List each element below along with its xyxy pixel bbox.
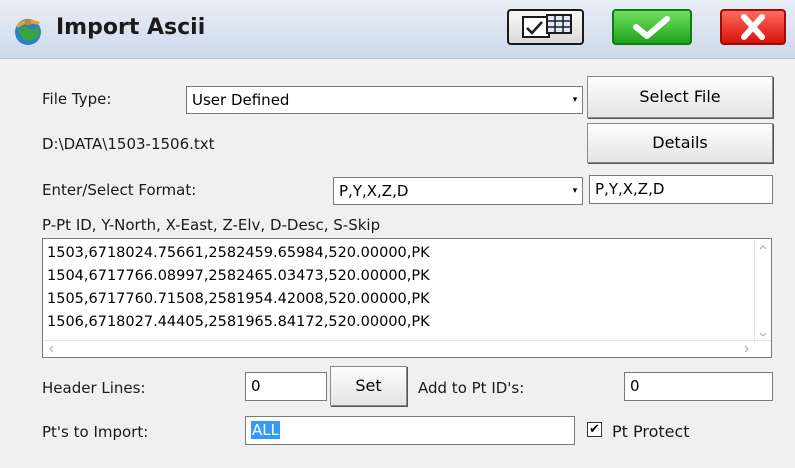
scroll-right-icon <box>744 345 749 353</box>
format-legend: P-Pt ID, Y-North, X-East, Z-Elv, D-Desc,… <box>42 216 381 234</box>
format-label: Enter/Select Format: <box>42 181 197 199</box>
checkmark-icon <box>633 16 670 39</box>
preview-textarea[interactable]: 1503,6718024.75661,2582459.65984,520.000… <box>42 238 772 358</box>
pts-to-import-input[interactable]: ALL <box>245 416 575 445</box>
details-button[interactable]: Details <box>587 123 773 163</box>
ok-button[interactable] <box>612 9 692 45</box>
preview-line: 1505,6717760.71508,2581954.42008,520.000… <box>47 291 430 307</box>
scroll-up-icon <box>759 245 767 250</box>
app-logo-icon <box>15 19 41 45</box>
chevron-down-icon: ▾ <box>572 186 578 196</box>
close-button[interactable] <box>720 9 786 45</box>
window-title: Import Ascii <box>56 15 206 40</box>
add-to-pt-ids-label: Add to Pt ID's: <box>418 379 525 397</box>
file-type-label: File Type: <box>42 90 112 108</box>
horizontal-scrollbar[interactable] <box>43 340 771 357</box>
format-select[interactable]: P,Y,X,Z,D ▾ <box>333 177 583 205</box>
pts-to-import-value: ALL <box>251 421 280 439</box>
add-to-pt-ids-input[interactable]: 0 <box>624 372 773 401</box>
format-input[interactable]: P,Y,X,Z,D <box>589 175 773 204</box>
set-button[interactable]: Set <box>330 366 407 406</box>
header-lines-label: Header Lines: <box>42 379 146 397</box>
chevron-down-icon: ▾ <box>572 95 578 105</box>
pt-protect-label: Pt Protect <box>612 422 690 441</box>
format-select-value: P,Y,X,Z,D <box>339 182 409 200</box>
vertical-scrollbar[interactable] <box>754 239 771 343</box>
preview-line: 1503,6718024.75661,2582459.65984,520.000… <box>47 245 430 261</box>
file-type-value: User Defined <box>192 91 290 109</box>
pts-to-import-label: Pt's to Import: <box>42 423 149 441</box>
title-bar: Import Ascii <box>0 0 795 59</box>
file-type-select[interactable]: User Defined ▾ <box>186 86 583 114</box>
table-view-icon <box>522 14 572 38</box>
scroll-left-icon <box>49 345 54 353</box>
table-view-button[interactable] <box>507 9 584 45</box>
preview-line: 1506,6718027.44405,2581965.84172,520.000… <box>47 314 430 330</box>
close-icon <box>741 14 765 40</box>
select-file-button[interactable]: Select File <box>587 76 773 118</box>
header-lines-input[interactable]: 0 <box>245 372 327 401</box>
file-path: D:\DATA\1503-1506.txt <box>42 135 215 153</box>
pt-protect-checkbox[interactable]: ✔ <box>587 422 602 437</box>
preview-line: 1504,6717766.08997,2582465.03473,520.000… <box>47 268 430 284</box>
